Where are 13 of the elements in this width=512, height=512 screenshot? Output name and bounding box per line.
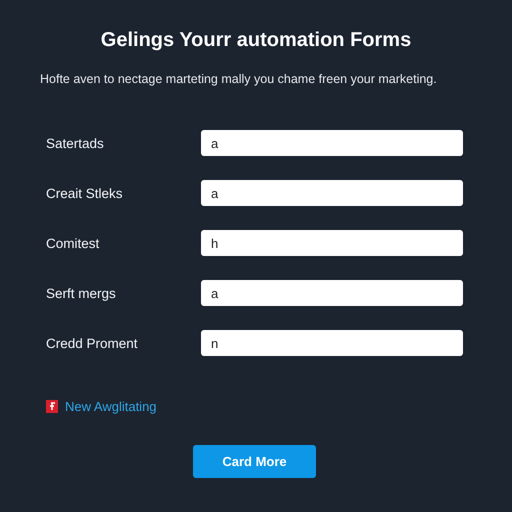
input-field[interactable]: n	[201, 330, 463, 356]
input-field[interactable]: a	[201, 130, 463, 156]
field-label: Comitest	[46, 236, 100, 250]
field-label: Serft mergs	[46, 286, 117, 300]
new-link[interactable]: New Awglitating	[65, 399, 157, 414]
field-label: Credd Proment	[46, 336, 139, 350]
form-title: Gelings Yourr automation Forms	[100, 29, 412, 52]
form-description: Hofte aven to nectage marteting mally you chame freen your marketing.	[40, 72, 438, 86]
input-field[interactable]: a	[201, 280, 463, 306]
field-label: Satertads	[46, 136, 105, 150]
input-field[interactable]: a	[201, 180, 463, 206]
input-field[interactable]: h	[201, 230, 463, 256]
field-label: Creait Stleks	[46, 186, 124, 200]
